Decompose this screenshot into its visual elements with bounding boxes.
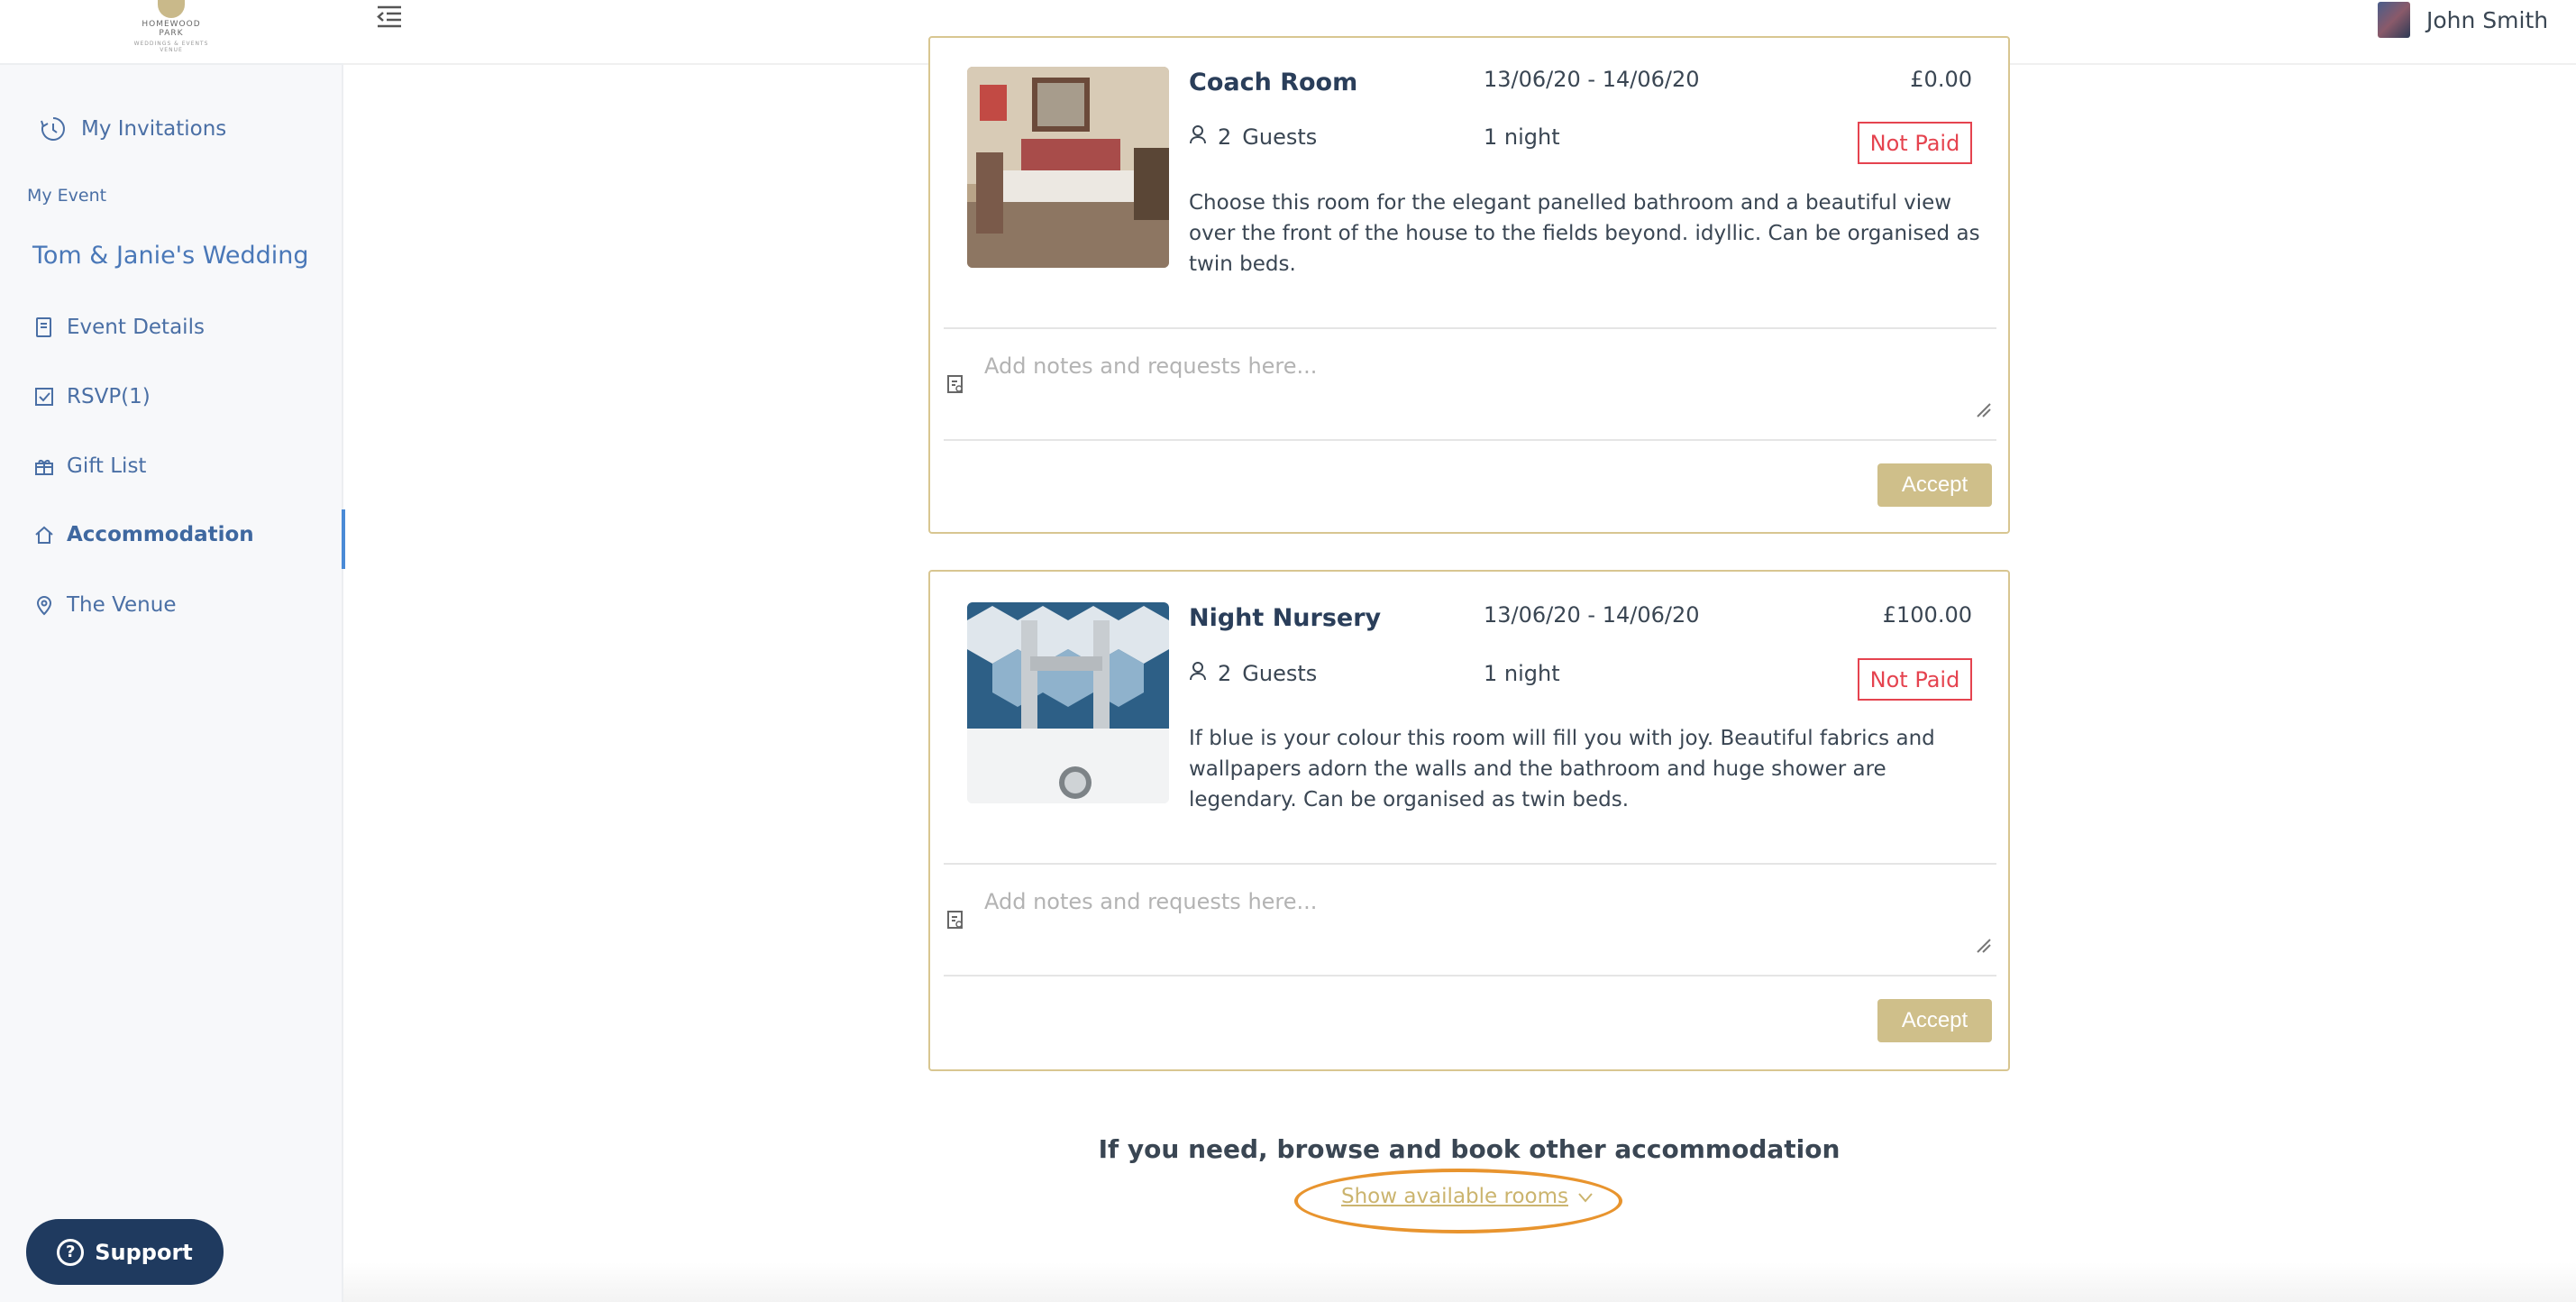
sidebar-item-label: Gift List	[67, 454, 147, 478]
notes-textarea[interactable]	[984, 353, 1980, 426]
room-title: Night Nursery	[1189, 604, 1382, 632]
room-dates: 13/06/20 - 14/06/20	[1484, 602, 1700, 628]
location-pin-icon	[32, 593, 56, 617]
gift-icon	[32, 454, 56, 478]
room-price: £100.00	[1882, 602, 1972, 628]
sidebar-item-event-details[interactable]: Event Details	[0, 302, 343, 353]
divider	[944, 327, 1996, 329]
room-guests: 2 Guests	[1189, 124, 1317, 150]
avatar	[2378, 2, 2410, 38]
resize-grip-icon[interactable]	[1974, 400, 1992, 418]
user-menu[interactable]: John Smith	[2378, 0, 2576, 40]
support-button[interactable]: ? Support	[26, 1219, 224, 1285]
notes-textarea[interactable]	[984, 889, 1980, 961]
room-nights: 1 night	[1484, 124, 1560, 150]
collapse-menu-icon[interactable]	[374, 4, 405, 31]
accept-button[interactable]: Accept	[1877, 999, 1992, 1042]
help-circle-icon: ?	[57, 1238, 85, 1266]
room-card-night-nursery: Night Nursery 13/06/20 - 14/06/20 £100.0…	[928, 570, 2010, 1071]
room-card-coach-room: Coach Room 13/06/20 - 14/06/20 £0.00 2 G…	[928, 36, 2010, 534]
payment-status-badge: Not Paid	[1858, 658, 1972, 701]
room-title: Coach Room	[1189, 69, 1358, 96]
sidebar-item-gift-list[interactable]: Gift List	[0, 441, 343, 491]
house-icon	[32, 523, 56, 546]
note-icon	[945, 373, 965, 395]
divider	[944, 439, 1996, 441]
sidebar-item-label: RSVP(1)	[67, 385, 151, 408]
sidebar-item-label: My Invitations	[81, 117, 227, 141]
user-name: John Smith	[2426, 6, 2549, 33]
divider	[944, 975, 1996, 976]
payment-status-badge: Not Paid	[1858, 122, 1972, 164]
logo-line-3: WEDDINGS & EVENTS VENUE	[133, 41, 209, 53]
accept-button[interactable]: Accept	[1877, 463, 1992, 507]
sidebar: HOMEWOOD PARK WEDDINGS & EVENTS VENUE My…	[0, 0, 345, 1302]
section-label-my-event: My Event	[27, 186, 107, 206]
logo-line-2: PARK	[159, 29, 184, 38]
room-photo-night-nursery	[967, 602, 1169, 803]
sidebar-item-label: Accommodation	[67, 523, 254, 546]
support-label: Support	[95, 1239, 193, 1265]
note-icon	[945, 909, 965, 931]
document-icon	[32, 316, 56, 339]
bottom-shade	[343, 1262, 2576, 1302]
show-available-rooms-link[interactable]: Show available rooms	[1341, 1185, 1594, 1208]
logo-line-1: HOMEWOOD	[142, 20, 201, 29]
crest-icon	[158, 0, 185, 18]
user-icon	[1189, 661, 1207, 686]
show-rooms-label: Show available rooms	[1341, 1185, 1568, 1208]
guests-count: 2	[1218, 661, 1232, 686]
room-price: £0.00	[1910, 67, 1972, 92]
user-icon	[1189, 124, 1207, 150]
browse-other-accommodation-heading: If you need, browse and book other accom…	[1098, 1134, 1841, 1164]
guests-label: Guests	[1242, 661, 1318, 686]
room-description: Choose this room for the elegant panelle…	[1189, 191, 1980, 276]
sidebar-item-accommodation[interactable]: Accommodation	[0, 509, 345, 569]
resize-grip-icon[interactable]	[1974, 936, 1992, 954]
brand-area: HOMEWOOD PARK WEDDINGS & EVENTS VENUE	[0, 0, 343, 65]
history-clock-icon	[40, 115, 67, 142]
chevron-down-icon	[1577, 1185, 1594, 1208]
sidebar-item-label: The Venue	[67, 593, 177, 617]
sidebar-item-label: Event Details	[67, 316, 205, 339]
room-dates: 13/06/20 - 14/06/20	[1484, 67, 1700, 92]
homewood-park-logo[interactable]: HOMEWOOD PARK WEDDINGS & EVENTS VENUE	[126, 0, 216, 53]
divider	[944, 863, 1996, 865]
room-guests: 2 Guests	[1189, 661, 1317, 686]
sidebar-item-the-venue[interactable]: The Venue	[0, 580, 343, 630]
checkbox-icon	[32, 385, 56, 408]
guests-label: Guests	[1242, 124, 1318, 150]
sidebar-item-rsvp[interactable]: RSVP(1)	[0, 371, 343, 422]
app-root: HOMEWOOD PARK WEDDINGS & EVENTS VENUE My…	[0, 0, 2576, 1302]
event-name-link[interactable]: Tom & Janie's Wedding	[32, 242, 309, 270]
room-photo-coach-room	[967, 67, 1169, 268]
room-nights: 1 night	[1484, 661, 1560, 686]
room-description: If blue is your colour this room will fi…	[1189, 727, 1935, 811]
sidebar-item-my-invitations[interactable]: My Invitations	[0, 104, 343, 154]
guests-count: 2	[1218, 124, 1232, 150]
